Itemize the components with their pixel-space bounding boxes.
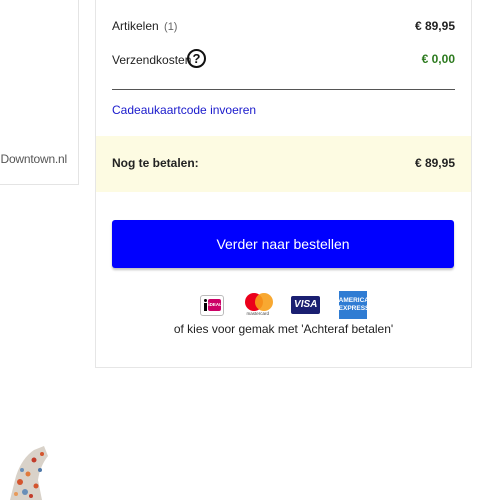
gift-card-link[interactable]: Cadeaukaartcode invoeren [112,103,256,117]
payment-methods: iDEAL mastercard VISA AMERICAN EXPRESS [96,291,471,319]
mastercard-circle-orange [254,293,273,311]
divider [112,89,455,90]
total-row: Nog te betalen: € 89,95 [96,136,471,192]
floral-dress-image [10,446,48,500]
order-button[interactable]: Verder naar bestellen [112,220,454,268]
articles-value: € 89,95 [414,19,455,33]
total-label: Nog te betalen: [112,156,199,170]
ideal-icon-dot [204,298,208,302]
ideal-icon-bar [204,302,208,311]
visa-icon: VISA [291,296,321,314]
mastercard-label: mastercard [246,311,270,316]
articles-label-group: Artikelen (1) [112,19,177,33]
shipping-label: Verzendkosten [112,53,192,67]
articles-count: (1) [164,21,178,33]
store-card: Downtown.nl [0,0,79,185]
product-thumbnail[interactable] [0,446,52,500]
help-icon[interactable]: ? [187,49,206,68]
amex-icon: AMERICAN EXPRESS [338,291,374,319]
articles-label: Artikelen [112,19,159,33]
total-value: € 89,95 [414,156,455,170]
ideal-label: iDEAL [208,301,222,307]
store-name: Downtown.nl [0,152,67,166]
ideal-icon: iDEAL [200,294,225,316]
payment-note: of kies voor gemak met 'Achteraf betalen… [173,322,394,336]
mastercard-icon: mastercard [243,293,273,317]
order-summary: Artikelen (1) € 89,95 Verzendkosten ? € … [95,0,472,368]
shipping-value: € 0,00 [421,52,455,66]
shipping-row: Verzendkosten ? € 0,00 [112,49,455,73]
